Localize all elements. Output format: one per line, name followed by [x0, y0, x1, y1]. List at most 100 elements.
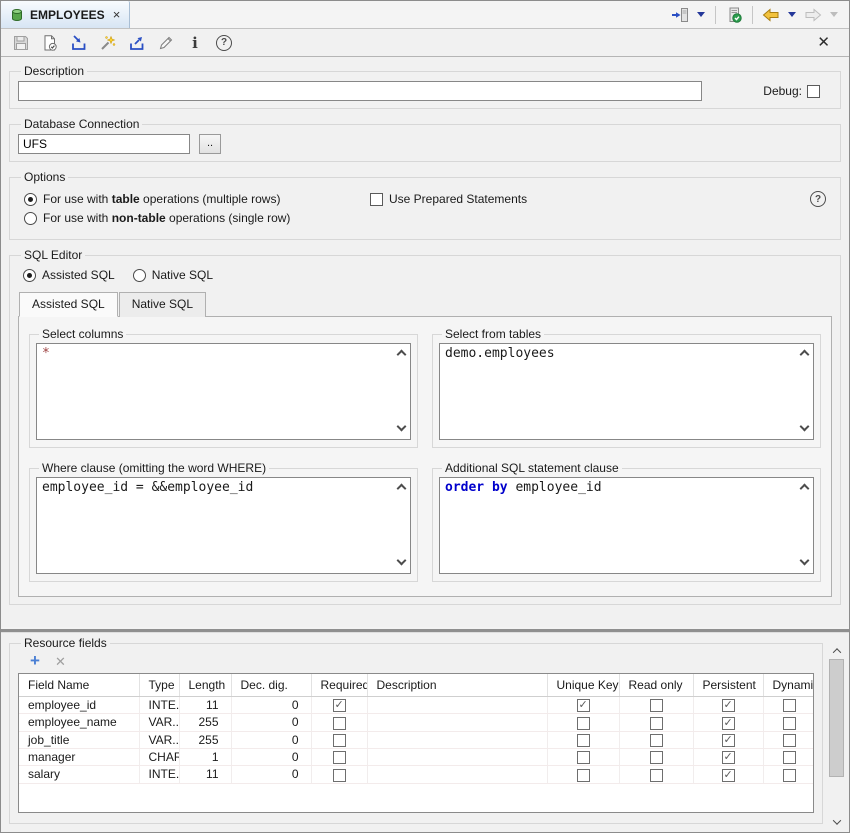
where-clause-editor[interactable]: employee_id = &&employee_id: [36, 477, 411, 574]
push-to-server-icon[interactable]: [669, 4, 691, 26]
cell-checkbox-unique_key[interactable]: [577, 717, 590, 730]
cell-checkbox-unique_key[interactable]: [577, 699, 590, 712]
cell-checkbox-persistent[interactable]: [722, 699, 735, 712]
validate-document-icon[interactable]: [39, 32, 61, 54]
wizard-icon[interactable]: [97, 32, 119, 54]
scrollbar-thumb[interactable]: [829, 659, 844, 777]
cell-checkbox-unique_key[interactable]: [577, 734, 590, 747]
edit-icon[interactable]: [155, 32, 177, 54]
select-columns-group: Select columns *: [29, 327, 418, 448]
table-row[interactable]: employee_nameVAR...2550: [19, 714, 814, 731]
browse-connection-button[interactable]: ..: [199, 134, 221, 154]
scroll-up-icon[interactable]: [800, 484, 810, 494]
tab-close-icon[interactable]: ×: [113, 8, 121, 21]
description-group: Description Debug:: [9, 64, 841, 109]
help-icon[interactable]: ?: [213, 32, 235, 54]
cell-checkbox-required[interactable]: [333, 769, 346, 782]
delete-field-button[interactable]: ✕: [55, 655, 66, 668]
column-header-type[interactable]: Type: [139, 674, 179, 697]
column-header-dec_dig[interactable]: Dec. dig.: [231, 674, 311, 697]
add-field-button[interactable]: +: [30, 654, 40, 668]
column-header-unique_key[interactable]: Unique Key: [547, 674, 619, 697]
tab-employees[interactable]: EMPLOYEES ×: [1, 1, 130, 28]
cell-checkbox-read_only[interactable]: [650, 699, 663, 712]
scroll-up-icon[interactable]: [800, 350, 810, 360]
debug-checkbox[interactable]: [807, 85, 820, 98]
cell-checkbox-read_only[interactable]: [650, 751, 663, 764]
cell-checkbox-required[interactable]: [333, 717, 346, 730]
select-columns-label: Select columns: [39, 327, 126, 341]
options-group: Options For use with table operations (m…: [9, 170, 841, 240]
scroll-up-icon[interactable]: [828, 643, 845, 658]
use-prepared-statements[interactable]: Use Prepared Statements: [370, 192, 527, 206]
import-icon[interactable]: [68, 32, 90, 54]
scroll-down-icon[interactable]: [800, 556, 810, 566]
column-header-field_name[interactable]: Field Name: [19, 674, 139, 697]
scroll-up-icon[interactable]: [397, 350, 407, 360]
export-icon[interactable]: [126, 32, 148, 54]
select-from-tables-editor[interactable]: demo.employees: [439, 343, 814, 440]
push-to-server-dropdown-icon[interactable]: [697, 12, 705, 17]
cell-checkbox-read_only[interactable]: [650, 734, 663, 747]
scroll-down-icon[interactable]: [397, 422, 407, 432]
tab-native-sql[interactable]: Native SQL: [119, 292, 206, 317]
forward-history-dropdown-icon[interactable]: [830, 12, 838, 17]
column-header-persistent[interactable]: Persistent: [693, 674, 763, 697]
cell-checkbox-dynamic[interactable]: [783, 734, 796, 747]
cell-checkbox-dynamic[interactable]: [783, 699, 796, 712]
column-header-read_only[interactable]: Read only: [619, 674, 693, 697]
tab-assisted-sql[interactable]: Assisted SQL: [19, 292, 118, 317]
select-columns-editor[interactable]: *: [36, 343, 411, 440]
close-editor-icon[interactable]: ✕: [817, 35, 830, 50]
cell-checkbox-dynamic[interactable]: [783, 769, 796, 782]
forward-icon[interactable]: [802, 4, 824, 26]
scroll-down-icon[interactable]: [828, 814, 845, 829]
cell-checkbox-persistent[interactable]: [722, 769, 735, 782]
table-row[interactable]: employee_idINTE...110: [19, 697, 814, 714]
database-connection-group: Database Connection ..: [9, 117, 841, 162]
radio-native-sql[interactable]: Native SQL: [133, 268, 213, 282]
cell-checkbox-required[interactable]: [333, 751, 346, 764]
cell-checkbox-unique_key[interactable]: [577, 751, 590, 764]
cell-checkbox-read_only[interactable]: [650, 717, 663, 730]
database-connection-input[interactable]: [18, 134, 190, 154]
table-row[interactable]: job_titleVAR...2550: [19, 731, 814, 748]
prepared-statements-checkbox[interactable]: [370, 193, 383, 206]
cell-field_name: salary: [19, 766, 139, 783]
cell-dec_dig: 0: [231, 697, 311, 714]
save-icon[interactable]: [10, 32, 32, 54]
radio-non-table-operations[interactable]: For use with non-table operations (singl…: [24, 211, 830, 225]
cell-unique_key: [547, 731, 619, 748]
cell-checkbox-required[interactable]: [333, 734, 346, 747]
back-history-dropdown-icon[interactable]: [788, 12, 796, 17]
scroll-down-icon[interactable]: [800, 422, 810, 432]
vertical-scrollbar[interactable]: [828, 643, 845, 829]
column-header-length[interactable]: Length: [179, 674, 231, 697]
table-row[interactable]: salaryINTE...110: [19, 766, 814, 783]
info-icon[interactable]: i: [184, 32, 206, 54]
cell-checkbox-unique_key[interactable]: [577, 769, 590, 782]
cell-checkbox-persistent[interactable]: [722, 751, 735, 764]
column-header-dynamic[interactable]: Dynami...: [763, 674, 814, 697]
options-help-icon[interactable]: ?: [810, 191, 826, 207]
column-header-required[interactable]: Required: [311, 674, 367, 697]
radio-native-sql-label: Native SQL: [152, 268, 213, 282]
back-icon[interactable]: [760, 4, 782, 26]
description-input[interactable]: [18, 81, 702, 101]
cell-checkbox-dynamic[interactable]: [783, 717, 796, 730]
cell-checkbox-persistent[interactable]: [722, 734, 735, 747]
scroll-up-icon[interactable]: [397, 484, 407, 494]
cell-persistent: [693, 766, 763, 783]
cell-checkbox-read_only[interactable]: [650, 769, 663, 782]
additional-clause-editor[interactable]: order by employee_id: [439, 477, 814, 574]
cell-checkbox-persistent[interactable]: [722, 717, 735, 730]
radio-assisted-sql[interactable]: Assisted SQL: [23, 268, 115, 282]
scroll-down-icon[interactable]: [397, 556, 407, 566]
cell-checkbox-required[interactable]: [333, 699, 346, 712]
table-row[interactable]: managerCHAR10: [19, 748, 814, 765]
cell-checkbox-dynamic[interactable]: [783, 751, 796, 764]
cell-read_only: [619, 731, 693, 748]
server-online-icon[interactable]: [723, 4, 745, 26]
column-header-description[interactable]: Description: [367, 674, 547, 697]
additional-clause-text: employee_id: [508, 480, 602, 495]
